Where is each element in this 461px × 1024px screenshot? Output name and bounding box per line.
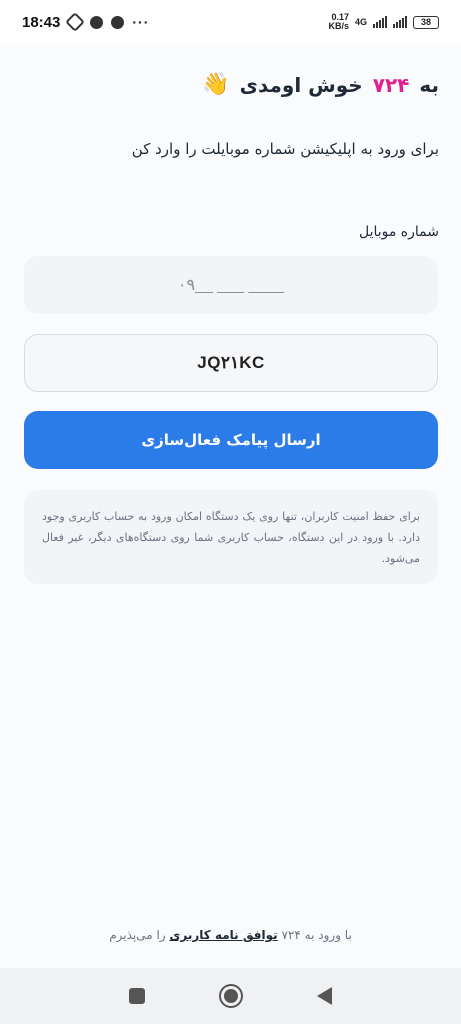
app-notification-icon [65, 12, 86, 32]
recent-apps-icon[interactable] [129, 988, 146, 1004]
invite-code-input[interactable]: JQ۲۱KC [24, 334, 438, 392]
clock: 18:43 [22, 13, 61, 31]
phone-label: شماره موبایل [358, 224, 439, 240]
back-icon[interactable] [316, 987, 332, 1005]
system-nav-bar [0, 968, 461, 1024]
invite-code-value: JQ۲۱KC [197, 353, 265, 372]
facebook-icon [90, 15, 104, 29]
network-type: 4G [354, 17, 367, 27]
terms-link[interactable]: توافق نامه کاربری [169, 928, 277, 942]
phone-placeholder: ۰۹__ ___ ____ [177, 277, 285, 294]
welcome-suffix: خوش اومدی [239, 72, 363, 97]
welcome-prefix: به [419, 72, 439, 97]
signal-icon [373, 16, 387, 28]
terms-text: با ورود به ۷۲۴ توافق نامه کاربری را می‌پ… [0, 928, 461, 942]
more-notifications-icon: ··· [132, 14, 150, 30]
battery-icon: 38 [413, 15, 439, 29]
welcome-title: به ۷۲۴ خوش اومدی 👋 [202, 72, 439, 97]
chat-icon [111, 15, 125, 29]
terms-before: با ورود به ۷۲۴ [281, 928, 352, 942]
brand-name: ۷۲۴ [372, 72, 410, 97]
send-sms-button[interactable]: ارسال پیامک فعال‌سازی [24, 411, 438, 469]
net-speed: 0.17 KB/s [328, 12, 349, 31]
phone-input[interactable]: ۰۹__ ___ ____ [24, 256, 438, 314]
wave-icon: 👋 [202, 72, 230, 97]
security-notice: برای حفظ امنیت کاربران، تنها روی یک دستگ… [24, 490, 438, 584]
status-left: 18:43 ··· [22, 12, 150, 32]
status-right: 0.17 KB/s 4G 38 [328, 13, 439, 31]
home-icon[interactable] [223, 989, 238, 1003]
terms-after: را می‌پذیرم [109, 928, 166, 942]
signal-icon-2 [393, 16, 407, 28]
status-bar: 18:43 ··· 0.17 KB/s 4G 38 [0, 0, 461, 44]
subtitle: برای ورود به اپلیکیشن شماره موبایلت را و… [131, 140, 439, 158]
